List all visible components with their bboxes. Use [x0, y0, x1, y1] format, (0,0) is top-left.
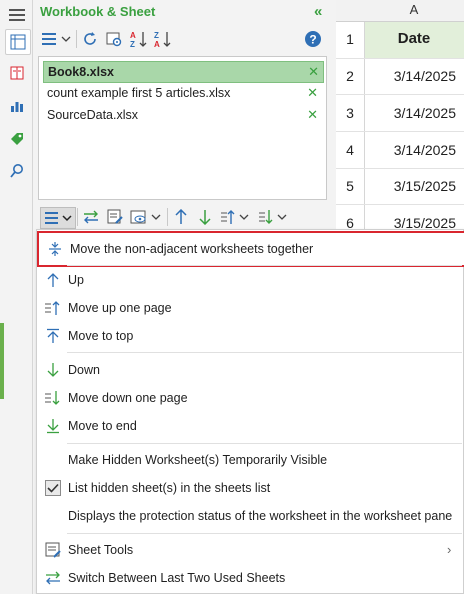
svg-text:Z: Z: [154, 31, 159, 40]
menu-separator: [67, 533, 462, 534]
menu-separator: [67, 443, 462, 444]
chart-icon[interactable]: [5, 94, 29, 118]
toolbar-separator: [76, 30, 77, 48]
sheet-cell[interactable]: 3/14/2025: [364, 105, 464, 121]
sheet-options-dropdown[interactable]: [40, 207, 76, 229]
menu-item-label: Move to top: [68, 329, 134, 343]
workbook-name: count example first 5 articles.xlsx: [47, 86, 231, 100]
row-number[interactable]: 5: [336, 178, 364, 194]
move-end-icon: [43, 416, 63, 436]
view-options-icon[interactable]: [129, 207, 163, 227]
menu-item-switch-sheets[interactable]: Switch Between Last Two Used Sheets: [37, 565, 463, 591]
workbook-sheet-icon[interactable]: [5, 29, 31, 55]
switch-icon[interactable]: [81, 207, 101, 227]
sheet-cell[interactable]: 3/15/2025: [364, 178, 464, 194]
menu-item-move-end[interactable]: Move to end: [37, 413, 463, 439]
row-number[interactable]: 1: [336, 31, 364, 47]
refresh-icon[interactable]: [80, 29, 100, 49]
sheet-cell[interactable]: 3/14/2025: [364, 68, 464, 84]
arrow-up-icon: [43, 270, 63, 290]
menu-separator: [67, 265, 462, 266]
close-workbook-icon[interactable]: ✕: [307, 85, 318, 101]
menu-item-label: Move the non-adjacent worksheets togethe…: [70, 242, 314, 256]
hamburger-menu-icon[interactable]: [5, 3, 29, 27]
collapse-arrows-icon: [45, 239, 65, 259]
row-divider: [336, 168, 464, 169]
tag-icon[interactable]: [5, 127, 29, 151]
menu-item-label: Switch Between Last Two Used Sheets: [68, 571, 286, 585]
menu-item-move-non-adjacent[interactable]: Move the non-adjacent worksheets togethe…: [37, 231, 464, 267]
menu-item-down[interactable]: Down: [37, 357, 463, 383]
move-down-icon[interactable]: [195, 207, 215, 227]
menu-item-label: List hidden sheet(s) in the sheets list: [68, 481, 271, 495]
workbook-item[interactable]: count example first 5 articles.xlsx ✕: [43, 83, 322, 103]
toolbar-separator: [77, 208, 78, 226]
workbook-item[interactable]: SourceData.xlsx ✕: [43, 105, 322, 125]
book-icon[interactable]: [5, 61, 29, 85]
list-view-icon[interactable]: [41, 29, 73, 49]
menu-item-label: Move down one page: [68, 391, 188, 405]
search-icon[interactable]: [5, 159, 29, 183]
switch-sheets-icon: [43, 568, 63, 588]
menu-item-sheet-tools[interactable]: Sheet Tools ›: [37, 537, 463, 563]
menu-item-move-top[interactable]: Move to top: [37, 323, 463, 349]
pane-title: Workbook & Sheet: [40, 4, 156, 19]
sort-za-icon[interactable]: ZA: [153, 29, 173, 49]
move-up-icon[interactable]: [171, 207, 191, 227]
row-divider: [336, 94, 464, 95]
menu-item-label: Move to end: [68, 419, 137, 433]
menu-item-label: Up: [68, 273, 84, 287]
row-divider: [336, 58, 464, 59]
page-down-icon: [43, 388, 63, 408]
close-workbook-icon[interactable]: ✕: [307, 107, 318, 123]
menu-item-label: Sheet Tools: [68, 543, 134, 557]
row-divider: [336, 204, 464, 205]
row-number[interactable]: 3: [336, 105, 364, 121]
svg-text:Z: Z: [130, 40, 135, 48]
sheet-cell[interactable]: 3/14/2025: [364, 142, 464, 158]
column-header-a[interactable]: A: [364, 2, 464, 17]
sheet-edit-icon[interactable]: [105, 207, 125, 227]
row-number[interactable]: 2: [336, 68, 364, 84]
svg-text:A: A: [154, 40, 160, 48]
chevron-right-icon: ›: [447, 542, 452, 557]
collapse-pane-icon[interactable]: «: [314, 3, 322, 20]
workbook-list: Book8.xlsx ✕ count example first 5 artic…: [38, 56, 327, 200]
toolbar-separator: [167, 208, 168, 226]
sort-az-icon[interactable]: AZ: [129, 29, 149, 49]
move-down-options-icon[interactable]: [257, 207, 289, 227]
svg-text:?: ?: [309, 33, 316, 47]
checkbox-checked-icon[interactable]: [43, 478, 63, 498]
menu-item-protection-status[interactable]: Displays the protection status of the wo…: [37, 503, 463, 529]
move-up-options-icon[interactable]: [219, 207, 251, 227]
sheet-cell[interactable]: Date: [364, 30, 464, 47]
menu-item-label: Make Hidden Worksheet(s) Temporarily Vis…: [68, 453, 328, 467]
menu-item-up[interactable]: Up: [37, 267, 463, 293]
menu-item-move-down-page[interactable]: Move down one page: [37, 385, 463, 411]
close-workbook-icon[interactable]: ✕: [308, 64, 319, 80]
page-up-icon: [43, 298, 63, 318]
left-rail: [0, 0, 33, 594]
svg-text:A: A: [130, 31, 136, 40]
workbook-name: Book8.xlsx: [48, 65, 115, 79]
settings-icon[interactable]: [104, 29, 124, 49]
help-icon[interactable]: ?: [303, 29, 323, 49]
menu-item-list-hidden[interactable]: List hidden sheet(s) in the sheets list: [37, 475, 463, 501]
menu-item-label: Displays the protection status of the wo…: [68, 509, 453, 523]
row-divider: [336, 131, 464, 132]
menu-item-move-up-page[interactable]: Move up one page: [37, 295, 463, 321]
menu-separator: [67, 352, 462, 353]
menu-item-label: Move up one page: [68, 301, 172, 315]
side-drag-handle[interactable]: [0, 323, 4, 399]
move-top-icon: [43, 326, 63, 346]
workbook-item[interactable]: Book8.xlsx ✕: [43, 61, 324, 83]
row-number[interactable]: 4: [336, 142, 364, 158]
arrow-down-icon: [43, 360, 63, 380]
workbook-name: SourceData.xlsx: [47, 108, 139, 122]
menu-item-label: Down: [68, 363, 100, 377]
sheet-tools-icon: [43, 540, 63, 560]
menu-item-show-hidden-temp[interactable]: Make Hidden Worksheet(s) Temporarily Vis…: [37, 447, 463, 473]
